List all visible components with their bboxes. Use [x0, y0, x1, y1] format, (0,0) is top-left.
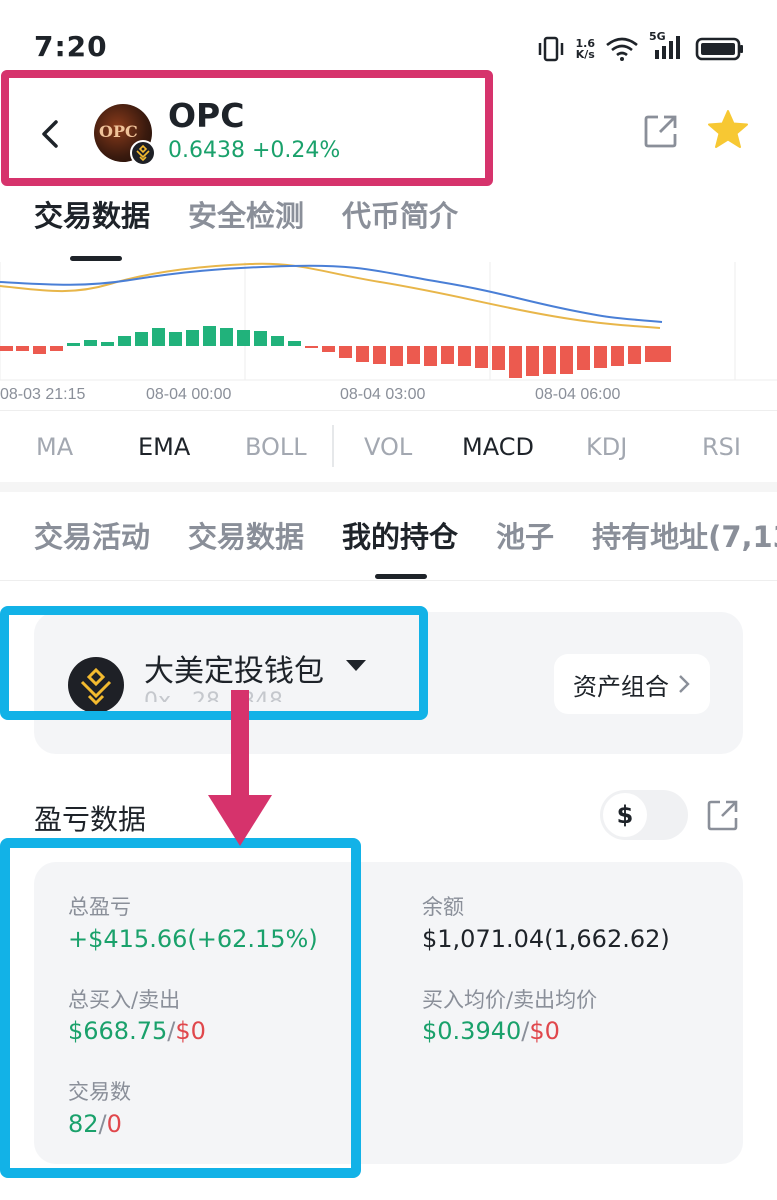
chart-time-label: 08-04 06:00 — [535, 386, 621, 403]
vibrate-icon — [538, 36, 563, 62]
indicator-ema[interactable]: EMA — [138, 433, 190, 461]
chevron-right-icon — [679, 675, 690, 693]
divider — [0, 580, 777, 581]
tab-my-holdings[interactable]: 我的持仓 — [342, 514, 458, 556]
battery-icon — [695, 37, 743, 61]
macd-dea-line — [0, 262, 661, 329]
chart-time-label: 08-04 00:00 — [146, 386, 232, 403]
divider — [332, 425, 334, 467]
macd-dif-line — [0, 264, 663, 323]
divider — [0, 410, 777, 411]
status-time: 7:20 — [34, 30, 108, 63]
indicator-tabs: MA EMA BOLL VOL MACD KDJ RSI — [0, 425, 777, 471]
annotation-arrow-icon — [208, 690, 272, 846]
pnl-section-title: 盈亏数据 — [34, 803, 147, 836]
tab-trade-data[interactable]: 交易数据 — [188, 514, 304, 556]
macd-chart[interactable]: 08-03 21:15 08-04 00:00 08-04 03:00 08-0… — [0, 262, 777, 412]
currency-toggle[interactable]: $ — [600, 790, 688, 840]
header-highlight-box — [1, 70, 493, 186]
wifi-icon — [606, 37, 638, 61]
indicator-boll[interactable]: BOLL — [245, 433, 307, 461]
tab-holders[interactable]: 持有地址(7,13 — [592, 514, 777, 556]
active-tab-indicator — [70, 256, 122, 261]
balance-value: $1,071.04(1,662.62) — [422, 925, 670, 953]
section-gap — [0, 482, 777, 492]
share-icon[interactable] — [706, 798, 740, 832]
indicator-kdj[interactable]: KDJ — [586, 433, 627, 461]
network-speed: 1.6 K/s — [575, 37, 596, 61]
avg-price-label: 买入均价/卖出均价 — [422, 988, 598, 1012]
currency-knob: $ — [603, 793, 647, 837]
indicator-vol[interactable]: VOL — [364, 433, 412, 461]
portfolio-button[interactable]: 资产组合 — [554, 654, 710, 714]
tab-pools[interactable]: 池子 — [496, 514, 554, 556]
active-tab-indicator — [375, 574, 427, 579]
chart-time-label: 08-04 03:00 — [340, 386, 426, 403]
tab-token-intro[interactable]: 代币简介 — [342, 193, 458, 235]
tab-security-check[interactable]: 安全检测 — [188, 193, 304, 235]
macd-histogram — [0, 326, 671, 378]
cellular-signal: 5G — [649, 30, 685, 64]
balance-label: 余额 — [422, 895, 464, 919]
avg-price-value: $0.3940/$0 — [422, 1017, 560, 1045]
status-icons: 1.6 K/s 5G — [536, 30, 746, 64]
share-icon[interactable] — [642, 112, 680, 150]
indicator-rsi[interactable]: RSI — [702, 433, 741, 461]
pnl-highlight-box — [0, 838, 361, 1178]
chart-time-label: 08-03 21:15 — [0, 386, 86, 403]
indicator-ma[interactable]: MA — [36, 433, 73, 461]
indicator-macd[interactable]: MACD — [462, 433, 534, 461]
top-tabs: 交易数据 安全检测 代币简介 — [34, 193, 458, 235]
tab-trading-data[interactable]: 交易数据 — [34, 193, 150, 235]
tab-trade-activity[interactable]: 交易活动 — [34, 514, 150, 556]
sub-tabs: 交易活动 交易数据 我的持仓 池子 持有地址(7,13 — [34, 514, 777, 556]
favorite-star-icon[interactable] — [706, 108, 750, 152]
